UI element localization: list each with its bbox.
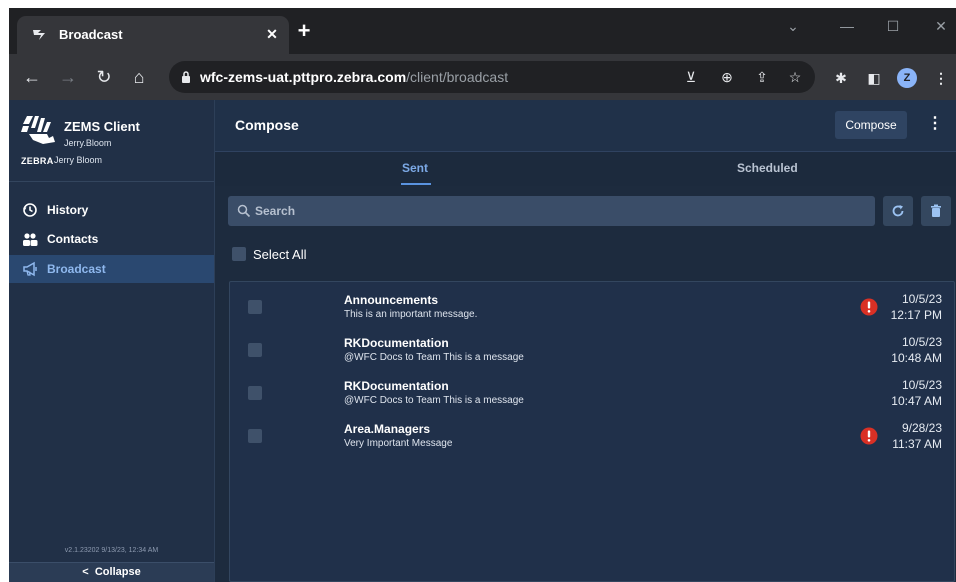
- message-text: @WFC Docs to Team This is a message: [344, 352, 524, 363]
- refresh-button[interactable]: [883, 196, 913, 226]
- message-date: 9/28/23: [901, 421, 942, 435]
- main-header: Compose Compose ⋮: [215, 100, 956, 152]
- zebra-favicon-icon: [33, 30, 45, 40]
- important-alert-icon: [860, 298, 878, 316]
- address-bar[interactable]: wfc-zems-uat.pttpro.zebra.com/client/bro…: [169, 61, 815, 93]
- sidebar-divider: [9, 181, 214, 182]
- collapse-button[interactable]: < Collapse: [9, 562, 214, 582]
- side-panel-icon[interactable]: ◧: [864, 68, 884, 88]
- message-text: @WFC Docs to Team This is a message: [344, 395, 524, 406]
- message-text: This is an important message.: [344, 309, 478, 320]
- main-panel: Compose Compose ⋮ Sent Scheduled Search: [215, 100, 956, 582]
- window-close-icon[interactable]: ✕: [931, 16, 951, 36]
- profile-avatar[interactable]: Z: [897, 68, 917, 88]
- url-path: /client/broadcast: [406, 69, 509, 85]
- sidebar-item-label: Contacts: [47, 232, 99, 246]
- chevron-left-icon: <: [82, 566, 89, 578]
- message-time: 11:37 AM: [892, 437, 942, 451]
- sidebar: ZEBRA ZEMS Client Jerry.Bloom Jerry Bloo…: [9, 100, 215, 582]
- message-text: Very Important Message: [344, 438, 453, 449]
- message-sender: Announcements: [344, 293, 439, 307]
- bookmark-star-icon[interactable]: ☆: [786, 69, 804, 85]
- message-date: 10/5/23: [901, 335, 942, 349]
- delete-button[interactable]: [921, 196, 951, 226]
- forward-arrow-icon[interactable]: →: [57, 66, 79, 88]
- home-icon[interactable]: ⌂: [128, 66, 150, 88]
- more-options-icon[interactable]: ⋮: [927, 114, 943, 136]
- browser-window: Broadcast ✕ + ⌄ — ☐ ✕ ← → ↻ ⌂ wfc-zems-u…: [9, 8, 956, 582]
- tab-close-icon[interactable]: ✕: [263, 25, 281, 43]
- search-icon: [237, 204, 251, 218]
- select-all-checkbox[interactable]: [232, 247, 246, 261]
- collapse-label: Collapse: [94, 566, 141, 578]
- install-app-icon[interactable]: ⊻: [682, 69, 700, 85]
- sidebar-item-label: History: [47, 203, 89, 217]
- back-arrow-icon[interactable]: ←: [21, 66, 43, 88]
- zebra-logo-icon: [21, 116, 55, 144]
- maximize-icon[interactable]: ☐: [883, 16, 903, 36]
- url-host: wfc-zems-uat.pttpro.zebra.com: [200, 69, 407, 85]
- url-text: wfc-zems-uat.pttpro.zebra.com/client/bro…: [200, 69, 508, 85]
- message-row[interactable]: Area.Managers Very Important Message 9/2…: [230, 415, 954, 458]
- select-all-label: Select All: [253, 247, 307, 262]
- zoom-icon[interactable]: ⊕: [718, 69, 736, 85]
- message-checkbox[interactable]: [248, 300, 262, 314]
- zems-app: ZEBRA ZEMS Client Jerry.Bloom Jerry Bloo…: [9, 100, 956, 582]
- active-tab-indicator: [401, 183, 431, 185]
- user-display-name: Jerry Bloom: [54, 155, 103, 165]
- message-time: 10:48 AM: [891, 351, 942, 365]
- message-tabs: Sent Scheduled: [215, 152, 956, 186]
- message-sender: RKDocumentation: [344, 336, 449, 350]
- message-date: 10/5/23: [901, 378, 942, 392]
- megaphone-icon: [23, 261, 37, 277]
- zebra-brand-text: ZEBRA: [21, 156, 54, 166]
- tab-sent[interactable]: Sent: [402, 161, 428, 175]
- message-row[interactable]: RKDocumentation @WFC Docs to Team This i…: [230, 372, 954, 415]
- message-checkbox[interactable]: [248, 386, 262, 400]
- tab-search-chevron-icon[interactable]: ⌄: [783, 16, 803, 36]
- browser-tab[interactable]: Broadcast ✕: [17, 16, 289, 54]
- message-row[interactable]: Announcements This is an important messa…: [230, 286, 954, 329]
- page-title: Compose: [235, 117, 299, 133]
- message-list: Announcements This is an important messa…: [229, 281, 955, 582]
- sidebar-item-history[interactable]: History: [9, 196, 214, 224]
- sidebar-item-contacts[interactable]: Contacts: [9, 225, 214, 253]
- lock-icon: [182, 71, 190, 83]
- search-placeholder: Search: [255, 204, 296, 218]
- tab-scheduled[interactable]: Scheduled: [737, 161, 798, 175]
- important-alert-icon: [860, 427, 878, 445]
- message-checkbox[interactable]: [248, 343, 262, 357]
- username: Jerry.Bloom: [64, 138, 112, 148]
- browser-menu-icon[interactable]: ⋮: [931, 68, 951, 88]
- message-row[interactable]: RKDocumentation @WFC Docs to Team This i…: [230, 329, 954, 372]
- share-icon[interactable]: ⇪: [753, 69, 771, 85]
- sidebar-item-label: Broadcast: [47, 262, 106, 276]
- app-name: ZEMS Client: [64, 119, 140, 134]
- tab-title: Broadcast: [59, 27, 123, 42]
- history-icon: [23, 203, 37, 217]
- message-sender: Area.Managers: [344, 422, 431, 436]
- minimize-icon[interactable]: —: [837, 16, 857, 36]
- version-text: v2.1.23202 9/13/23, 12:34 AM: [64, 547, 159, 554]
- message-time: 12:17 PM: [890, 308, 942, 322]
- sidebar-item-broadcast[interactable]: Broadcast: [9, 255, 214, 283]
- browser-toolbar: ← → ↻ ⌂ wfc-zems-uat.pttpro.zebra.com/cl…: [9, 54, 956, 100]
- message-time: 10:47 AM: [891, 394, 942, 408]
- search-input[interactable]: Search: [228, 196, 875, 226]
- compose-button[interactable]: Compose: [835, 111, 907, 139]
- trash-icon: [931, 204, 941, 217]
- contacts-icon: [23, 233, 38, 246]
- message-sender: RKDocumentation: [344, 379, 449, 393]
- refresh-icon: [892, 205, 904, 217]
- reload-icon[interactable]: ↻: [93, 66, 115, 88]
- new-tab-button[interactable]: +: [295, 20, 313, 42]
- message-date: 10/5/23: [901, 292, 942, 306]
- message-checkbox[interactable]: [248, 429, 262, 443]
- tab-strip: Broadcast ✕ + ⌄ — ☐ ✕: [9, 8, 956, 54]
- extensions-puzzle-icon[interactable]: ✱: [831, 68, 851, 88]
